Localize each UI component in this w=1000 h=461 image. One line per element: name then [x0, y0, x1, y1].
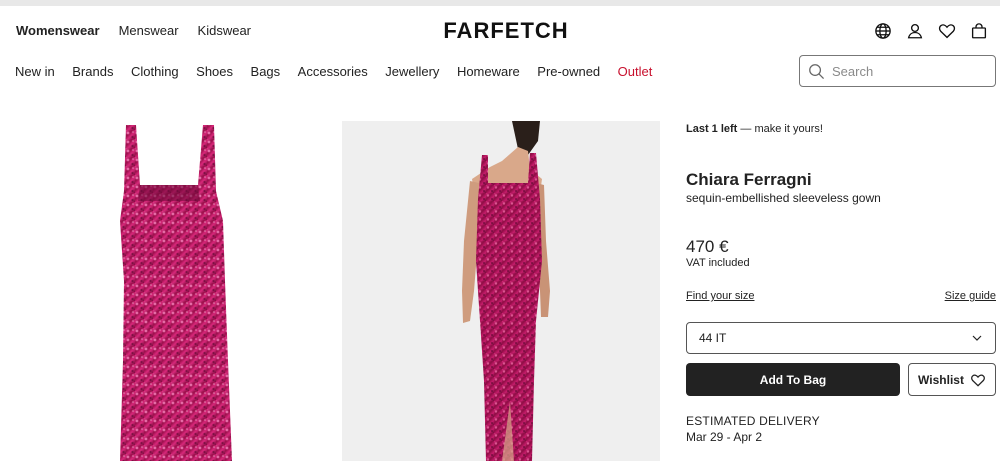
product-price: 470 €: [686, 237, 729, 256]
category-bags[interactable]: Bags: [251, 64, 281, 79]
stock-notice: Last 1 left — make it yours!: [686, 123, 823, 135]
nav-kidswear[interactable]: Kidswear: [198, 23, 251, 38]
add-to-bag-label: Add To Bag: [759, 372, 827, 387]
account-icons: [874, 22, 988, 40]
estimated-delivery-dates: Mar 29 - Apr 2: [686, 430, 763, 444]
category-accessories[interactable]: Accessories: [298, 64, 368, 79]
search-icon: [809, 63, 825, 79]
heart-icon: [971, 374, 985, 387]
category-brands[interactable]: Brands: [72, 64, 113, 79]
category-pre-owned[interactable]: Pre-owned: [537, 64, 600, 79]
product-image-front[interactable]: [0, 121, 330, 461]
wishlist-label: Wishlist: [918, 372, 964, 387]
nav-menswear[interactable]: Menswear: [119, 23, 179, 38]
top-strip: [0, 0, 1000, 6]
nav-womenswear[interactable]: Womenswear: [16, 23, 100, 38]
category-nav: New in Brands Clothing Shoes Bags Access…: [15, 64, 670, 79]
search-box[interactable]: [799, 55, 996, 87]
product-name: sequin-embellished sleeveless gown: [686, 191, 881, 205]
estimated-delivery-label: ESTIMATED DELIVERY: [686, 414, 820, 428]
vat-note: VAT included: [686, 257, 750, 269]
shopping-bag-icon[interactable]: [970, 22, 988, 40]
globe-icon[interactable]: [874, 22, 892, 40]
stock-message: — make it yours!: [737, 123, 823, 135]
category-shoes[interactable]: Shoes: [196, 64, 233, 79]
wishlist-heart-icon[interactable]: [938, 22, 956, 40]
dress-front-graphic: [120, 125, 232, 461]
stock-count: Last 1 left: [686, 123, 738, 135]
category-new-in[interactable]: New in: [15, 64, 55, 79]
category-jewellery[interactable]: Jewellery: [385, 64, 439, 79]
product-brand[interactable]: Chiara Ferragni: [686, 170, 812, 190]
farfetch-logo[interactable]: FARFETCH: [431, 18, 581, 44]
size-select[interactable]: 44 IT: [686, 322, 996, 354]
product-image-model[interactable]: [342, 121, 660, 461]
add-to-bag-button[interactable]: Add To Bag: [686, 363, 900, 396]
size-guide-link[interactable]: Size guide: [945, 290, 996, 302]
wishlist-button[interactable]: Wishlist: [908, 363, 996, 396]
find-your-size-link[interactable]: Find your size: [686, 290, 754, 302]
category-outlet[interactable]: Outlet: [618, 64, 653, 79]
category-clothing[interactable]: Clothing: [131, 64, 179, 79]
search-input[interactable]: [832, 63, 982, 79]
chevron-down-icon: [972, 335, 982, 341]
gender-nav: Womenswear Menswear Kidswear: [16, 23, 251, 38]
selected-size: 44 IT: [699, 331, 727, 345]
category-homeware[interactable]: Homeware: [457, 64, 520, 79]
model-dress-graphic: [462, 121, 550, 461]
account-icon[interactable]: [906, 22, 924, 40]
